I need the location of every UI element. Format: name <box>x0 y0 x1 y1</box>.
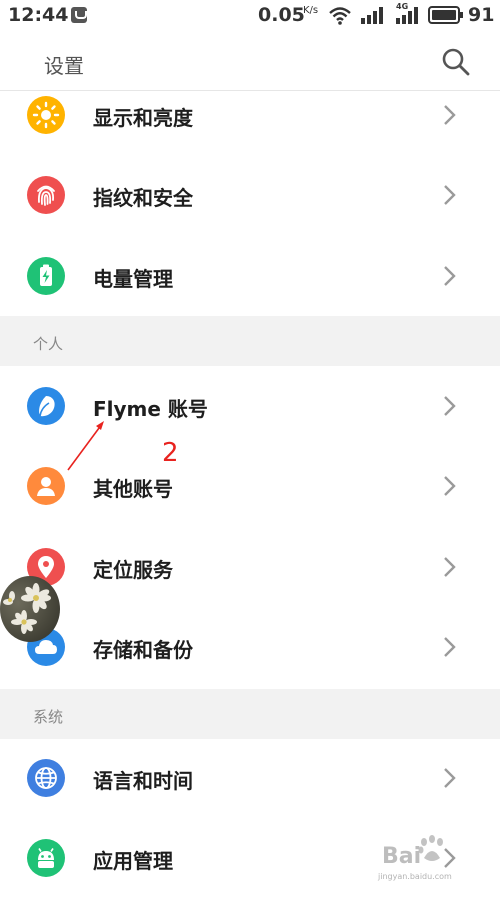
status-net-speed: 0.05 <box>258 4 305 26</box>
signal-icon <box>361 7 383 24</box>
battery-status-icon <box>428 6 463 24</box>
status-battery-level: 91 <box>468 4 495 26</box>
flower-photo <box>3 583 51 634</box>
status-time: 12:44 <box>8 4 69 26</box>
annotation-number: 2 <box>162 438 179 468</box>
globe-icon <box>27 759 65 797</box>
sun-icon <box>27 96 65 134</box>
search-icon <box>442 48 470 76</box>
row-label: 定位服务 <box>93 558 173 582</box>
section-header-system: 系统 <box>0 689 500 739</box>
row-label: 存储和备份 <box>93 638 193 662</box>
settings-row-battery[interactable]: 电量管理 <box>0 236 500 316</box>
signal-4g-label: 4G <box>396 2 409 11</box>
settings-row-language-time[interactable]: 语言和时间 <box>0 738 500 818</box>
android-icon <box>27 839 65 877</box>
settings-row-fingerprint[interactable]: 指纹和安全 <box>0 155 500 235</box>
watermark-subtext: jingyan.baidu.com <box>378 872 452 881</box>
row-label: 指纹和安全 <box>93 186 193 210</box>
settings-row-storage-backup[interactable]: 存储和备份 <box>0 607 500 687</box>
search-button[interactable] <box>440 46 472 78</box>
status-bar: 12:44 0.05 K/s 4G 91 <box>0 0 500 32</box>
chevron-right-icon <box>444 476 456 496</box>
settings-row-display[interactable]: 显示和亮度 <box>0 75 500 155</box>
row-label: Flyme 账号 <box>93 397 208 421</box>
row-label: 显示和亮度 <box>93 106 193 130</box>
floating-photo-bubble[interactable] <box>0 576 60 642</box>
section-header-personal: 个人 <box>0 316 500 366</box>
notification-icon <box>71 7 87 23</box>
row-label: 电量管理 <box>93 267 173 291</box>
chevron-right-icon <box>444 396 456 416</box>
status-net-speed-unit: K/s <box>303 5 319 16</box>
row-label: 语言和时间 <box>93 769 193 793</box>
chevron-right-icon <box>444 637 456 657</box>
watermark-text: Bai <box>382 844 422 869</box>
annotation-arrow <box>67 421 104 471</box>
battery-icon <box>27 257 65 295</box>
chevron-right-icon <box>444 557 456 577</box>
chevron-right-icon <box>444 768 456 788</box>
chevron-right-icon <box>444 266 456 286</box>
settings-row-location[interactable]: 定位服务 <box>0 527 500 607</box>
baidu-watermark: Bai jingyan.baidu.com <box>378 832 500 889</box>
row-label: 其他账号 <box>93 477 173 501</box>
chevron-right-icon <box>444 105 456 125</box>
section-label: 系统 <box>33 708 64 726</box>
fingerprint-icon <box>27 176 65 214</box>
row-label: 应用管理 <box>93 849 173 873</box>
section-label: 个人 <box>33 335 64 353</box>
chevron-right-icon <box>444 185 456 205</box>
wifi-icon <box>329 7 351 25</box>
